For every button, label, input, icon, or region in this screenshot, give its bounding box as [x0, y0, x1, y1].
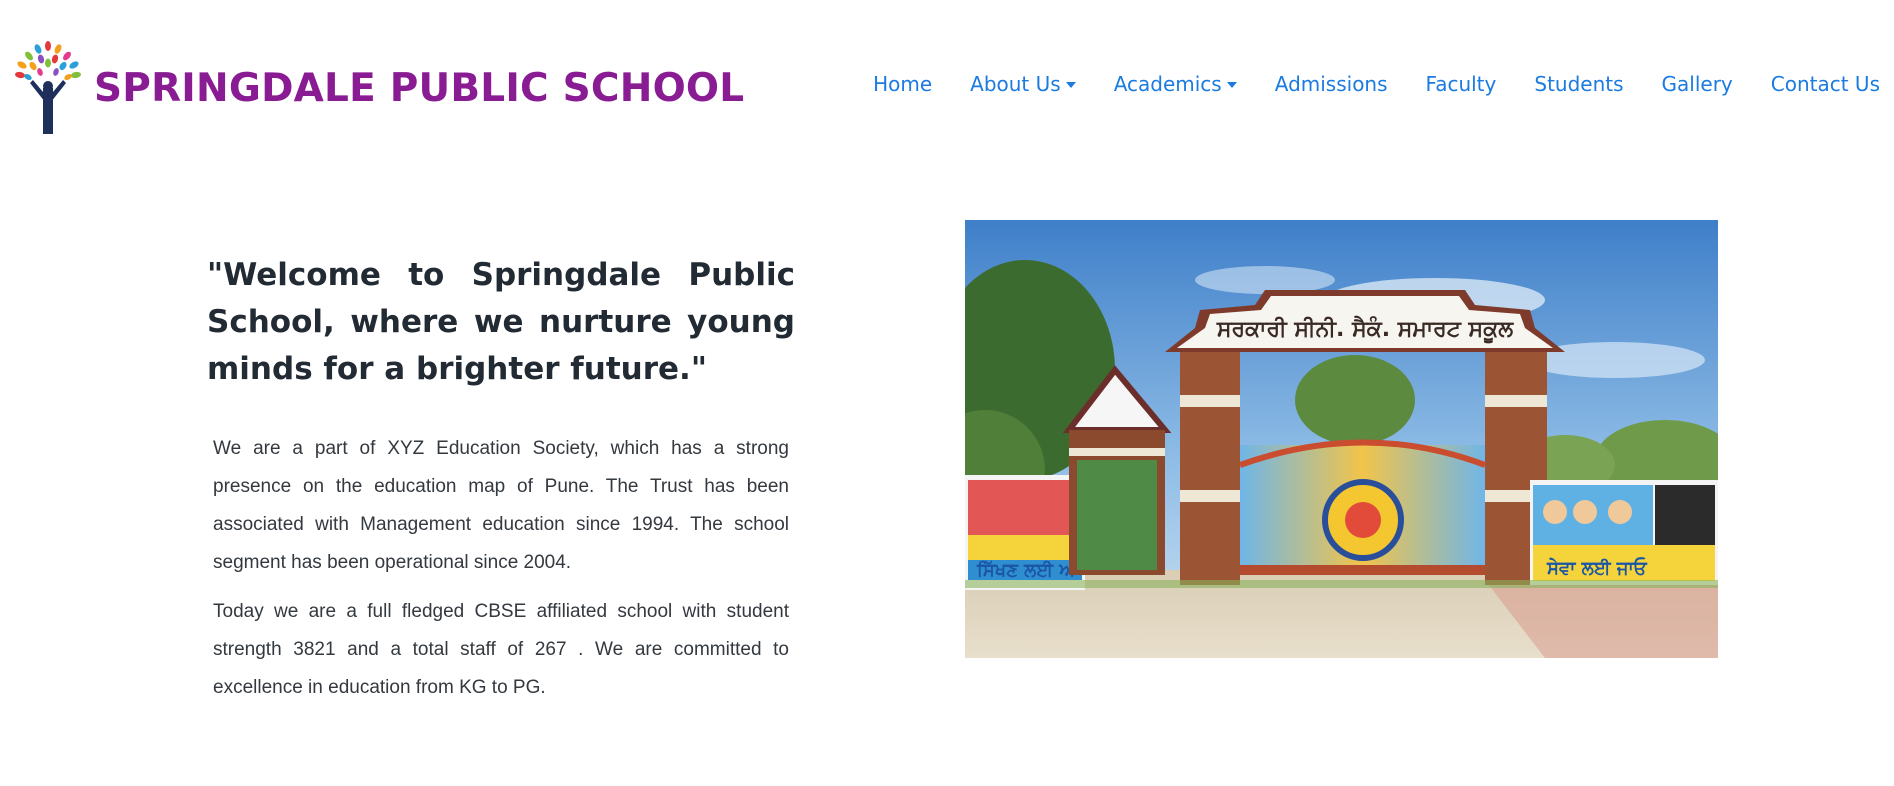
nav-gallery-label: Gallery: [1661, 72, 1733, 96]
caret-down-icon: [1226, 81, 1237, 88]
nav-contact-us-label: Contact Us: [1770, 72, 1880, 96]
brand-home-link[interactable]: SPRINGDALE PUBLIC SCHOOL: [0, 36, 744, 136]
nav-contact-us[interactable]: Contact Us: [1771, 72, 1880, 96]
nav-home-label: Home: [873, 72, 933, 96]
caret-down-icon: [1065, 81, 1076, 88]
school-name: SPRINGDALE PUBLIC SCHOOL: [94, 65, 745, 111]
nav-academics[interactable]: Academics: [1114, 72, 1237, 96]
nav-academics-label: Academics: [1113, 72, 1222, 96]
school-gate-photo: ਸਿੱਖਣ ਲਈ ਆ ਸਰਕਾਰੀ ਸੀਨੀ. ਸੈਕੰ. ਸਮਾਰਟ ਸਕੂਲ: [965, 220, 1718, 658]
nav-about-us[interactable]: About Us: [970, 72, 1076, 96]
welcome-heading: "Welcome to Springdale Public School, wh…: [207, 257, 795, 387]
site-header: SPRINGDALE PUBLIC SCHOOL Home About Us A…: [0, 0, 1894, 160]
nav-home[interactable]: Home: [873, 72, 932, 96]
main-nav: Home About Us Academics Admissions Facul…: [835, 72, 1880, 96]
svg-text:ਸਰਕਾਰੀ ਸੀਨੀ. ਸੈਕੰ. ਸਮਾਰਟ ਸਕੂਲ: ਸਰਕਾਰੀ ਸੀਨੀ. ਸੈਕੰ. ਸਮਾਰਟ ਸਕੂਲ: [1216, 315, 1514, 345]
tree-people-logo-icon: [0, 36, 94, 136]
nav-about-us-label: About Us: [970, 72, 1061, 96]
nav-faculty-label: Faculty: [1425, 72, 1497, 96]
svg-text:ਸੇਵਾ ਲਈ ਜਾਓ: ਸੇਵਾ ਲਈ ਜਾਓ: [1546, 557, 1648, 579]
nav-admissions-label: Admissions: [1274, 72, 1388, 96]
stats-paragraph: Today we are a full fledged CBSE affilia…: [213, 601, 789, 698]
nav-students[interactable]: Students: [1534, 72, 1623, 96]
nav-admissions[interactable]: Admissions: [1275, 72, 1388, 96]
nav-students-label: Students: [1534, 72, 1624, 96]
nav-faculty[interactable]: Faculty: [1426, 72, 1497, 96]
svg-text:ਸਿੱਖਣ ਲਈ ਆ: ਸਿੱਖਣ ਲਈ ਆ: [976, 560, 1080, 581]
nav-gallery[interactable]: Gallery: [1662, 72, 1733, 96]
about-paragraph: We are a part of XYZ Education Society, …: [213, 438, 789, 573]
